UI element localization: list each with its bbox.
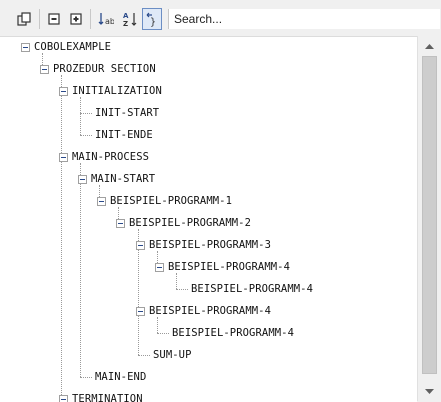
collapse-toggle-icon[interactable]: [155, 263, 164, 272]
collapse-toggle-icon[interactable]: [136, 307, 145, 316]
tree-item-init-ende[interactable]: INIT-ENDE: [95, 127, 153, 143]
tree-item-main-end[interactable]: MAIN-END: [95, 369, 146, 385]
tree-item-beispiel-programm-4-leaf[interactable]: BEISPIEL-PROGRAMM-4: [172, 325, 294, 341]
tree-connector: [176, 273, 177, 289]
tree-item-label: PROZEDUR SECTION: [53, 63, 156, 75]
tree-item-label: INIT-ENDE: [95, 129, 153, 141]
tree-item-sum-up[interactable]: SUM-UP: [153, 347, 192, 363]
vertical-scrollbar[interactable]: [417, 36, 441, 401]
toggle-braces-icon[interactable]: }: [142, 8, 162, 30]
tree-item-beispiel-programm-4[interactable]: BEISPIEL-PROGRAMM-4: [136, 303, 271, 319]
sort-alphabetical-icon[interactable]: AZ: [120, 8, 140, 30]
tree-item-label: SUM-UP: [153, 349, 192, 361]
scroll-up-icon[interactable]: [418, 37, 441, 54]
svg-text:ab: ab: [105, 17, 114, 26]
tree-connector: [80, 135, 92, 136]
tree-item-label: MAIN-PROCESS: [72, 151, 149, 163]
tree-item-beispiel-programm-4[interactable]: BEISPIEL-PROGRAMM-4: [155, 259, 290, 275]
tree-item-main-start[interactable]: MAIN-START: [78, 171, 155, 187]
collapse-all-icon[interactable]: [44, 8, 64, 30]
collapse-toggle-icon[interactable]: [97, 197, 106, 206]
tree-item-label: MAIN-END: [95, 371, 146, 383]
svg-text:}: }: [150, 17, 156, 27]
tree-item-beispiel-programm-4-leaf[interactable]: BEISPIEL-PROGRAMM-4: [191, 281, 313, 297]
tree-connector: [176, 289, 188, 290]
toolbar-separator: [90, 9, 91, 29]
collapse-toggle-icon[interactable]: [78, 175, 87, 184]
toolbar-separator: [39, 9, 40, 29]
tree-item-beispiel-programm-3[interactable]: BEISPIEL-PROGRAMM-3: [136, 237, 271, 253]
collapse-toggle-icon[interactable]: [116, 219, 125, 228]
tree-item-label: BEISPIEL-PROGRAMM-1: [110, 195, 232, 207]
collapse-toggle-icon[interactable]: [40, 65, 49, 74]
tree-item-initialization[interactable]: INITIALIZATION: [59, 83, 162, 99]
tree-connector: [80, 377, 92, 378]
tree-item-main-process[interactable]: MAIN-PROCESS: [59, 149, 149, 165]
tree-item-label: BEISPIEL-PROGRAMM-2: [129, 217, 251, 229]
tree-item-label: COBOLEXAMPLE: [34, 41, 111, 53]
collapse-toggle-icon[interactable]: [59, 87, 68, 96]
tree-item-label: BEISPIEL-PROGRAMM-4: [168, 261, 290, 273]
svg-text:Z: Z: [123, 20, 128, 27]
collapse-toggle-icon[interactable]: [21, 43, 30, 52]
outline-tree: COBOLEXAMPLE PROZEDUR SECTION INITIALIZA…: [0, 36, 417, 402]
collapse-toggle-icon[interactable]: [136, 241, 145, 250]
tree-item-label: BEISPIEL-PROGRAMM-3: [149, 239, 271, 251]
tree-connector: [157, 317, 158, 333]
search-input[interactable]: Search...: [168, 9, 440, 29]
tree-item-label: BEISPIEL-PROGRAMM-4: [191, 283, 313, 295]
tree-item-label: BEISPIEL-PROGRAMM-4: [149, 305, 271, 317]
sync-with-editor-icon[interactable]: [14, 8, 34, 30]
toolbar: ab AZ } Search...: [0, 0, 441, 36]
tree-item-beispiel-programm-1[interactable]: BEISPIEL-PROGRAMM-1: [97, 193, 232, 209]
tree-connector: [138, 355, 150, 356]
tree-item-cobolexample[interactable]: COBOLEXAMPLE: [21, 39, 111, 55]
tree-item-prozedur-section[interactable]: PROZEDUR SECTION: [40, 61, 156, 77]
tree-item-label: MAIN-START: [91, 173, 155, 185]
tree-connector: [80, 163, 81, 377]
tree-item-label: INITIALIZATION: [72, 85, 162, 97]
tree-connector: [61, 75, 62, 397]
tree-connector: [157, 333, 169, 334]
scroll-down-icon[interactable]: [418, 383, 441, 400]
sort-ascending-icon[interactable]: ab: [96, 8, 116, 30]
svg-text:A: A: [123, 12, 129, 20]
tree-item-label: INIT-START: [95, 107, 159, 119]
tree-item-beispiel-programm-2[interactable]: BEISPIEL-PROGRAMM-2: [116, 215, 251, 231]
collapse-toggle-icon[interactable]: [59, 153, 68, 162]
expand-all-icon[interactable]: [66, 8, 86, 30]
scrollbar-thumb[interactable]: [422, 56, 437, 374]
tree-item-init-start[interactable]: INIT-START: [95, 105, 159, 121]
tree-connector: [80, 113, 92, 114]
tree-item-termination[interactable]: TERMINATION: [59, 391, 143, 402]
tree-item-label: BEISPIEL-PROGRAMM-4: [172, 327, 294, 339]
tree-connector: [80, 97, 81, 135]
